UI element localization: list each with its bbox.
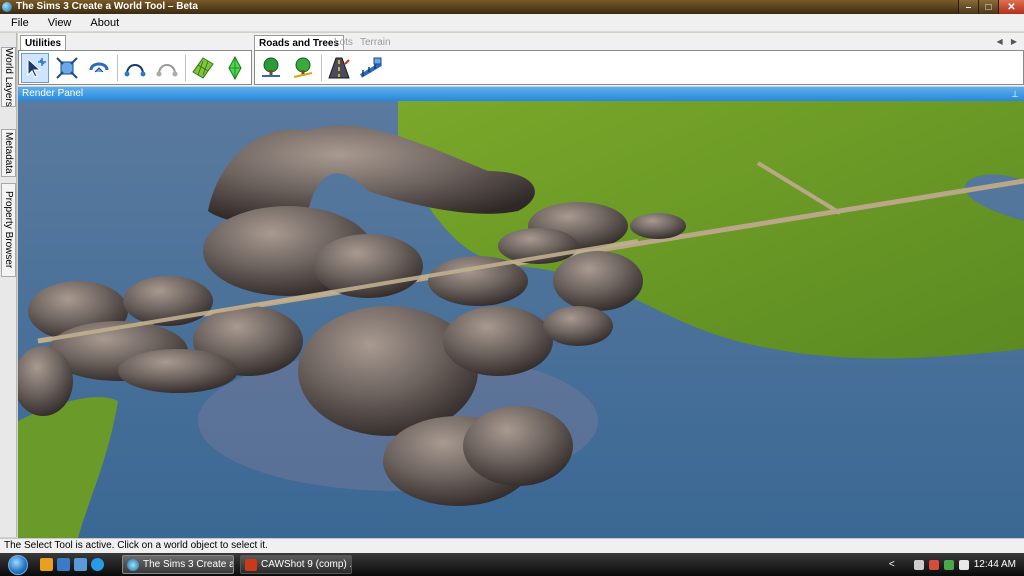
- bridge-tool-icon: [359, 57, 383, 78]
- title-bar: The Sims 3 Create a World Tool – Beta – …: [0, 0, 1024, 14]
- start-button[interactable]: [0, 553, 36, 576]
- ribbon-separator: [117, 55, 118, 81]
- menu-file[interactable]: File: [0, 14, 37, 32]
- left-tab-strip: World Layers Metadata Property Browser: [0, 33, 17, 537]
- render-panel-header: Render Panel ⊥: [18, 87, 1024, 101]
- move-tool-button[interactable]: [53, 53, 81, 83]
- system-tray: < 12:44 AM: [889, 553, 1024, 576]
- sims-plumbob-button[interactable]: [221, 53, 249, 83]
- ribbon-separator: [185, 55, 186, 81]
- tree-erase-button[interactable]: [289, 53, 317, 83]
- menu-view[interactable]: View: [37, 14, 80, 32]
- tab-roads-and-trees[interactable]: Roads and Trees: [254, 35, 345, 51]
- world-scene: [18, 101, 1024, 538]
- move-tool-icon: [56, 57, 78, 79]
- select-tool-icon: [27, 57, 46, 78]
- road-tool-button[interactable]: [325, 53, 353, 83]
- internet-explorer-icon[interactable]: [91, 558, 104, 571]
- tab-property-browser-label: Property Browser: [3, 191, 14, 269]
- close-button[interactable]: ✕: [998, 0, 1024, 14]
- taskbar-item-label: The Sims 3 Create a ...: [143, 559, 233, 570]
- menu-bar: File View About: [0, 14, 1024, 32]
- taskbar-item-sims-caw[interactable]: The Sims 3 Create a ...: [122, 555, 234, 574]
- tab-world-layers[interactable]: World Layers: [1, 47, 16, 107]
- ribbon: Utilities Roads and Trees Lots Terrain ◀…: [18, 33, 1024, 86]
- tree-paint-button[interactable]: [257, 53, 285, 83]
- tab-world-layers-label: World Layers: [3, 47, 14, 107]
- connection-icon[interactable]: [943, 559, 954, 570]
- clock[interactable]: 12:44 AM: [974, 559, 1016, 570]
- taskbar: The Sims 3 Create a ... CAWShot 9 (comp)…: [0, 553, 1024, 576]
- taskbar-item-label: CAWShot 9 (comp) ...: [261, 559, 352, 570]
- security-alert-icon[interactable]: [928, 559, 939, 570]
- road-tool-icon: [328, 57, 350, 79]
- tab-metadata-label: Metadata: [3, 132, 14, 174]
- tab-terrain[interactable]: Terrain: [360, 37, 391, 48]
- window-title: The Sims 3 Create a World Tool – Beta: [16, 1, 198, 12]
- app-icon: [2, 2, 12, 12]
- render-panel-title: Render Panel: [22, 88, 84, 99]
- maximize-button[interactable]: □: [978, 0, 998, 14]
- pin-icon[interactable]: ⊥: [1011, 87, 1019, 101]
- sims-plumbob-icon: [228, 56, 242, 80]
- tab-metadata[interactable]: Metadata: [1, 129, 16, 177]
- select-tool-button[interactable]: [21, 53, 49, 83]
- windows-logo-icon: [8, 554, 28, 575]
- show-desktop-icon[interactable]: [57, 558, 70, 571]
- media-player-icon[interactable]: [40, 558, 53, 571]
- ribbon-separator: [321, 55, 322, 81]
- roads-and-trees-panel: [254, 50, 1024, 85]
- tree-paint-icon: [262, 57, 280, 77]
- tab-utilities[interactable]: Utilities: [20, 35, 67, 51]
- rotate-tool-icon: [89, 62, 109, 73]
- network-icon[interactable]: [913, 559, 924, 570]
- utilities-panel: [18, 50, 252, 85]
- tab-property-browser[interactable]: Property Browser: [1, 183, 16, 277]
- arc-tool-icon: [124, 64, 146, 77]
- taskbar-item-cawshot[interactable]: CAWShot 9 (comp) ...: [240, 555, 352, 574]
- caw-app-icon: [127, 558, 139, 571]
- rotate-tool-button[interactable]: [85, 53, 113, 83]
- tree-erase-icon: [293, 57, 313, 78]
- render-viewport[interactable]: [18, 101, 1024, 538]
- terrain-grid-button[interactable]: [189, 53, 217, 83]
- volume-icon[interactable]: [958, 559, 969, 570]
- image-editor-icon: [245, 558, 257, 571]
- quick-launch: [40, 558, 104, 571]
- tray-expand-icon[interactable]: <: [889, 559, 895, 570]
- minimize-button[interactable]: –: [958, 0, 978, 14]
- ribbon-scroll-arrows[interactable]: ◀ ▶: [996, 37, 1020, 46]
- arc-disabled-button[interactable]: [153, 53, 181, 83]
- terrain-grid-icon: [192, 57, 214, 79]
- switch-windows-icon[interactable]: [74, 558, 87, 571]
- arc-tool-button[interactable]: [121, 53, 149, 83]
- status-bar: The Select Tool is active. Click on a wo…: [0, 538, 1024, 553]
- arc-disabled-icon: [156, 64, 178, 77]
- tab-lots[interactable]: Lots: [334, 37, 353, 48]
- menu-about[interactable]: About: [79, 14, 127, 32]
- bridge-tool-button[interactable]: [357, 53, 385, 83]
